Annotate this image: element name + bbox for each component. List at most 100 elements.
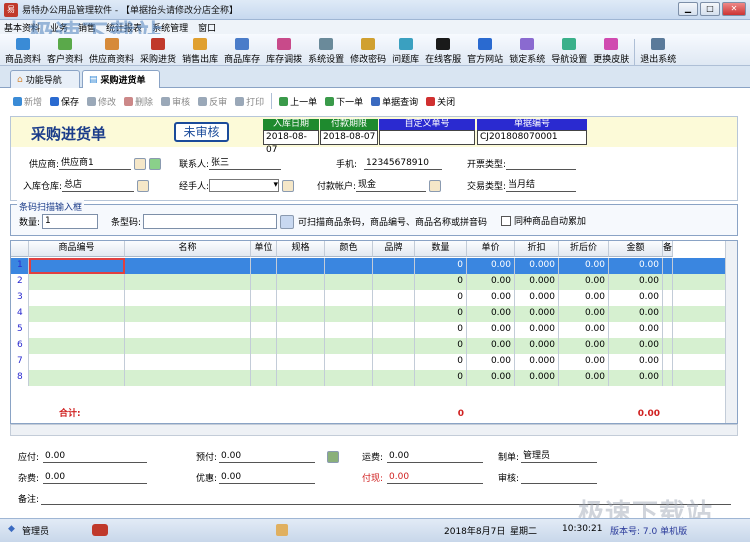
remark-field[interactable] — [41, 493, 732, 505]
grid-cell[interactable] — [663, 354, 673, 370]
date-field[interactable]: 2018-08-07 — [263, 130, 319, 155]
column-header[interactable]: 备 — [663, 241, 673, 257]
column-header[interactable]: 规格 — [277, 241, 325, 257]
contact-field[interactable]: 张三 — [209, 158, 282, 170]
grid-cell[interactable] — [125, 290, 251, 306]
handler-select[interactable]: ▾ — [209, 179, 280, 192]
grid-cell[interactable]: 0 — [415, 370, 467, 386]
warehouse-field[interactable]: 总店 — [62, 180, 135, 192]
grid-cell[interactable]: 0.00 — [467, 258, 515, 274]
grid-cell[interactable]: 0 — [415, 258, 467, 274]
grid-cell[interactable]: 0.00 — [609, 322, 663, 338]
grid-cell[interactable] — [29, 338, 125, 354]
column-header[interactable]: 单价 — [467, 241, 515, 257]
account-lookup-icon[interactable] — [429, 179, 442, 192]
grid-cell[interactable] — [325, 306, 373, 322]
grid-cell[interactable] — [29, 370, 125, 386]
column-header[interactable]: 折后价 — [559, 241, 609, 257]
grid-cell[interactable]: 0.00 — [559, 290, 609, 306]
grid-cell[interactable] — [277, 354, 325, 370]
grid-cell[interactable]: 0.00 — [467, 274, 515, 290]
grid-cell[interactable] — [277, 258, 325, 274]
delete-button[interactable]: 删除 — [121, 95, 156, 108]
grid-cell[interactable]: 0.00 — [467, 354, 515, 370]
column-header[interactable]: 数量 — [415, 241, 467, 257]
close-button[interactable]: 关闭 — [423, 95, 458, 108]
grid-cell[interactable]: 0.00 — [467, 338, 515, 354]
column-header[interactable]: 金额 — [609, 241, 663, 257]
grid-cell[interactable] — [277, 274, 325, 290]
column-header[interactable] — [11, 241, 29, 257]
grid-cell[interactable] — [251, 322, 277, 338]
grid-cell[interactable] — [663, 258, 673, 274]
grid-cell[interactable] — [325, 322, 373, 338]
barcode-input[interactable] — [143, 214, 278, 229]
grid-cell[interactable]: 0.00 — [559, 338, 609, 354]
grid-cell[interactable]: 0 — [415, 290, 467, 306]
grid-cell[interactable]: 0.00 — [609, 258, 663, 274]
grid-cell[interactable]: 0.00 — [609, 354, 663, 370]
grid-cell[interactable] — [373, 274, 415, 290]
grid-cell[interactable]: 0.00 — [559, 306, 609, 322]
menu-item-window[interactable]: 窗口 — [198, 21, 216, 34]
table-row[interactable]: 2 0 0.00 0.000 0.00 0.00 — [11, 274, 725, 290]
trade-type-field[interactable]: 当月结 — [506, 180, 577, 192]
grid-cell[interactable] — [373, 258, 415, 274]
grid-cell[interactable] — [125, 338, 251, 354]
custom-no-field[interactable] — [379, 130, 475, 145]
barcode-search-icon[interactable] — [280, 214, 295, 229]
grid-cell[interactable] — [373, 290, 415, 306]
grid-cell[interactable] — [125, 322, 251, 338]
grid-cell[interactable]: 0.000 — [515, 258, 559, 274]
toolbar-button-transfer[interactable]: 库存调拨 — [263, 35, 305, 65]
grid-cell[interactable]: 0.00 — [559, 258, 609, 274]
toolbar-button-customer[interactable]: 客户资料 — [44, 35, 86, 65]
grid-cell[interactable] — [29, 274, 125, 290]
toolbar-button-sales[interactable]: 销售出库 — [179, 35, 221, 65]
prepaid-field[interactable]: 0.00 — [219, 451, 316, 463]
grid-cell[interactable] — [125, 354, 251, 370]
pay-date-field[interactable]: 2018-08-07 — [320, 130, 378, 145]
toolbar-button-skin[interactable]: 更换皮肤 — [590, 35, 632, 65]
grid-vertical-scrollbar[interactable] — [725, 241, 737, 423]
grid-cell[interactable]: 0.000 — [515, 338, 559, 354]
grid-cell[interactable] — [325, 274, 373, 290]
grid-cell[interactable] — [277, 290, 325, 306]
toolbar-button-purchase[interactable]: 采购进货 — [137, 35, 179, 65]
new-button[interactable]: 新增 — [10, 95, 45, 108]
column-header[interactable]: 折扣 — [515, 241, 559, 257]
table-row[interactable]: 4 0 0.00 0.000 0.00 0.00 — [11, 306, 725, 322]
grid-cell[interactable]: 0.000 — [515, 322, 559, 338]
close-window-button[interactable]: ✕ — [722, 2, 746, 16]
add-supplier-icon[interactable] — [149, 157, 162, 170]
grid-cell[interactable] — [663, 274, 673, 290]
grid-cell[interactable]: 0.00 — [609, 274, 663, 290]
toolbar-button-website[interactable]: 官方网站 — [464, 35, 506, 65]
toolbar-button-lock[interactable]: 锁定系统 — [506, 35, 548, 65]
grid-cell[interactable]: 0.00 — [609, 306, 663, 322]
grid-cell[interactable]: 0.000 — [515, 354, 559, 370]
grid-cell[interactable] — [373, 370, 415, 386]
grid-cell[interactable]: 0.00 — [609, 290, 663, 306]
edit-button[interactable]: 修改 — [84, 95, 119, 108]
grid-cell[interactable]: 0.00 — [559, 322, 609, 338]
grid-cell[interactable] — [663, 338, 673, 354]
merge-checkbox[interactable] — [501, 215, 511, 226]
table-row[interactable]: 8 0 0.00 0.000 0.00 0.00 — [11, 370, 725, 386]
grid-cell[interactable] — [663, 306, 673, 322]
grid-cell[interactable] — [29, 322, 125, 338]
grid-cell[interactable] — [277, 322, 325, 338]
grid-horizontal-scrollbar[interactable] — [10, 424, 738, 436]
grid-cell[interactable]: 0.000 — [515, 370, 559, 386]
menu-item-system[interactable]: 系统管理 — [152, 21, 188, 34]
column-header[interactable]: 商品编号 — [29, 241, 125, 257]
grid-cell[interactable]: 0.00 — [467, 370, 515, 386]
grid-cell[interactable]: 0.000 — [515, 274, 559, 290]
toolbar-button-settings[interactable]: 系统设置 — [305, 35, 347, 65]
tab-purchase-order[interactable]: ▤ 采购进货单 — [82, 70, 160, 88]
menu-item-business[interactable]: 业务 — [50, 21, 68, 34]
grid-cell[interactable] — [125, 370, 251, 386]
grid-cell[interactable]: 0.000 — [515, 290, 559, 306]
toolbar-button-exit[interactable]: 退出系统 — [637, 35, 679, 65]
column-header[interactable]: 单位 — [251, 241, 277, 257]
